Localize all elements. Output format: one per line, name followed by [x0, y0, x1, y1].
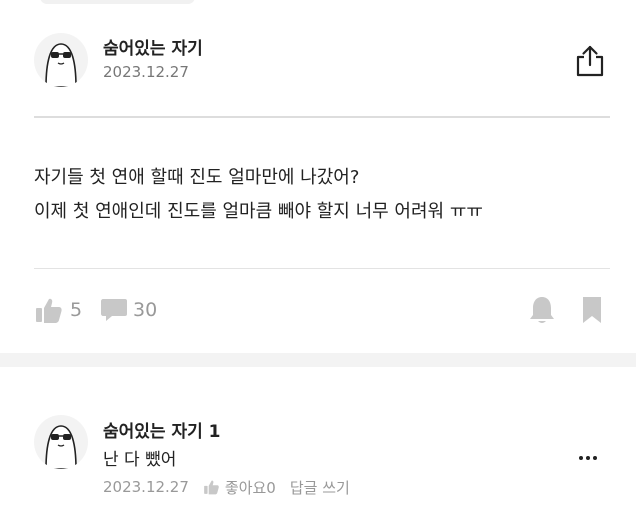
body-divider	[34, 268, 610, 269]
more-dots-icon	[579, 456, 597, 460]
comment-button[interactable]: 30	[100, 295, 157, 325]
share-button[interactable]	[574, 44, 606, 78]
comment-more-button[interactable]	[574, 446, 602, 468]
speech-bubble-icon	[101, 299, 127, 321]
bookmark-button[interactable]	[581, 295, 611, 327]
post-author-avatar[interactable]	[34, 33, 88, 87]
notification-button[interactable]	[528, 295, 558, 327]
share-icon	[576, 45, 604, 77]
comment-meta: 2023.12.27 좋아요0 답글 쓰기	[103, 477, 350, 497]
thumbs-up-icon	[204, 480, 219, 495]
comment-author-name[interactable]: 숨어있는 자기 1	[103, 417, 221, 442]
comment-author-avatar[interactable]	[34, 415, 88, 469]
comment-text: 난 다 뺐어	[103, 450, 177, 470]
like-button[interactable]: 5	[34, 295, 82, 325]
like-count: 5	[70, 299, 83, 321]
section-separator	[0, 353, 636, 367]
post-line-1: 자기들 첫 연애 할때 진도 얼마만에 나갔어?	[34, 167, 360, 188]
comment-count: 30	[133, 299, 158, 321]
reply-button[interactable]: 답글 쓰기	[290, 477, 350, 498]
thumbs-up-icon	[36, 298, 62, 323]
bookmark-icon	[583, 297, 601, 323]
post-line-2: 이제 첫 연애인데 진도를 얼마큼 빼야 할지 너무 어려워 ㅠㅠ	[34, 201, 483, 222]
post-date: 2023.12.27	[103, 63, 189, 81]
comment-like-button[interactable]: 좋아요0	[203, 477, 276, 498]
comment-like-label: 좋아요0	[224, 478, 276, 497]
top-tab-fragment	[40, 0, 195, 4]
comment-date: 2023.12.27	[103, 478, 189, 496]
header-divider	[34, 116, 610, 118]
post-body: 자기들 첫 연애 할때 진도 얼마만에 나갔어? 이제 첫 연애인데 진도를 얼…	[34, 161, 604, 229]
bell-icon	[530, 297, 554, 323]
post-author-name[interactable]: 숨어있는 자기	[103, 34, 203, 59]
